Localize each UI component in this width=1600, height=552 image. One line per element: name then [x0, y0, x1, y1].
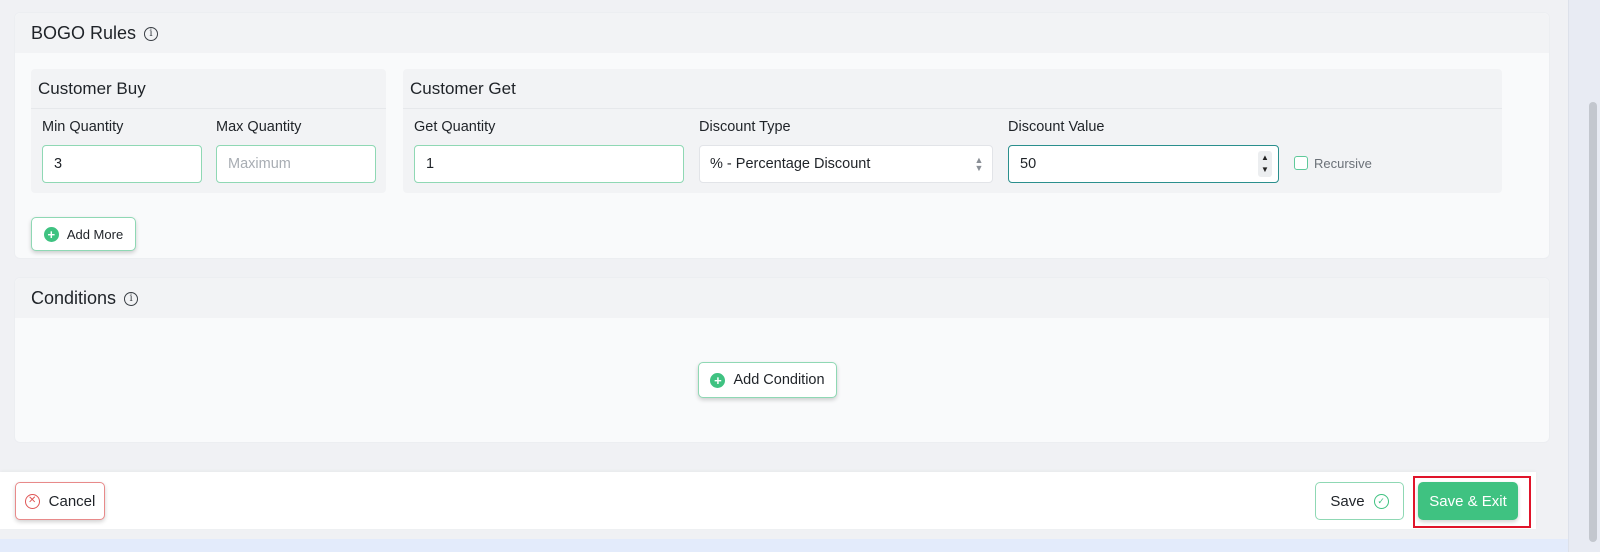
- customer-get-card: Customer Get Get Quantity 1 Discount Typ…: [403, 69, 1502, 193]
- recursive-checkbox[interactable]: [1294, 156, 1308, 170]
- bogo-rules-header: BOGO Rules i: [15, 13, 1549, 53]
- info-icon[interactable]: i: [144, 26, 159, 41]
- conditions-header: Conditions i: [15, 278, 1549, 318]
- chevron-up-down-icon: ▲ ▼: [974, 155, 984, 173]
- discount-value-text: 50: [1020, 156, 1037, 172]
- customer-buy-title: Customer Buy: [31, 69, 386, 109]
- spinner-up-icon[interactable]: ▲: [1261, 154, 1269, 162]
- close-circle-icon: ✕: [24, 493, 40, 509]
- bogo-rules-panel: BOGO Rules i Customer Buy Min Quantity 3…: [14, 12, 1550, 259]
- cancel-button[interactable]: ✕ Cancel: [15, 482, 105, 520]
- save-label: Save: [1330, 492, 1365, 510]
- bogo-rules-title: BOGO Rules: [31, 22, 137, 43]
- bottom-strip: [0, 539, 1568, 552]
- footer-action-bar: [0, 472, 1536, 529]
- recursive-label: Recursive: [1314, 156, 1372, 171]
- page-area: BOGO Rules i Customer Buy Min Quantity 3…: [0, 0, 1568, 552]
- add-more-button[interactable]: + Add More: [31, 217, 136, 251]
- customer-get-title: Customer Get: [403, 69, 1502, 109]
- cancel-label: Cancel: [48, 492, 96, 510]
- add-condition-label: Add Condition: [733, 372, 825, 388]
- check-circle-icon: ✓: [1373, 493, 1389, 509]
- discount-type-label: Discount Type: [699, 119, 791, 135]
- plus-circle-icon: +: [43, 226, 59, 242]
- info-icon[interactable]: i: [124, 291, 139, 306]
- get-quantity-label: Get Quantity: [414, 119, 496, 135]
- discount-value-input[interactable]: 50 ▲ ▼: [1008, 145, 1279, 183]
- number-spinner[interactable]: ▲ ▼: [1258, 151, 1272, 177]
- discount-type-value: % - Percentage Discount: [710, 156, 871, 172]
- conditions-title: Conditions: [31, 287, 117, 308]
- min-quantity-input[interactable]: 3: [42, 145, 202, 183]
- max-quantity-label: Max Quantity: [216, 119, 302, 135]
- max-quantity-input[interactable]: Maximum: [216, 145, 376, 183]
- conditions-panel: Conditions i + Add Condition: [14, 277, 1550, 443]
- add-condition-button[interactable]: + Add Condition: [698, 362, 837, 398]
- discount-type-select[interactable]: % - Percentage Discount ▲ ▼: [699, 145, 993, 183]
- add-more-label: Add More: [66, 226, 124, 242]
- save-and-exit-button[interactable]: Save & Exit: [1418, 482, 1518, 520]
- discount-value-label: Discount Value: [1008, 119, 1105, 135]
- save-button[interactable]: Save ✓: [1315, 482, 1404, 520]
- plus-circle-icon: +: [710, 372, 726, 388]
- scrollbar-thumb[interactable]: [1589, 102, 1597, 542]
- min-quantity-label: Min Quantity: [42, 119, 124, 135]
- spinner-down-icon[interactable]: ▼: [1261, 166, 1269, 174]
- get-quantity-input[interactable]: 1: [414, 145, 684, 183]
- customer-buy-card: Customer Buy Min Quantity 3 Max Quantity…: [31, 69, 386, 193]
- save-and-exit-label: Save & Exit: [1429, 492, 1507, 510]
